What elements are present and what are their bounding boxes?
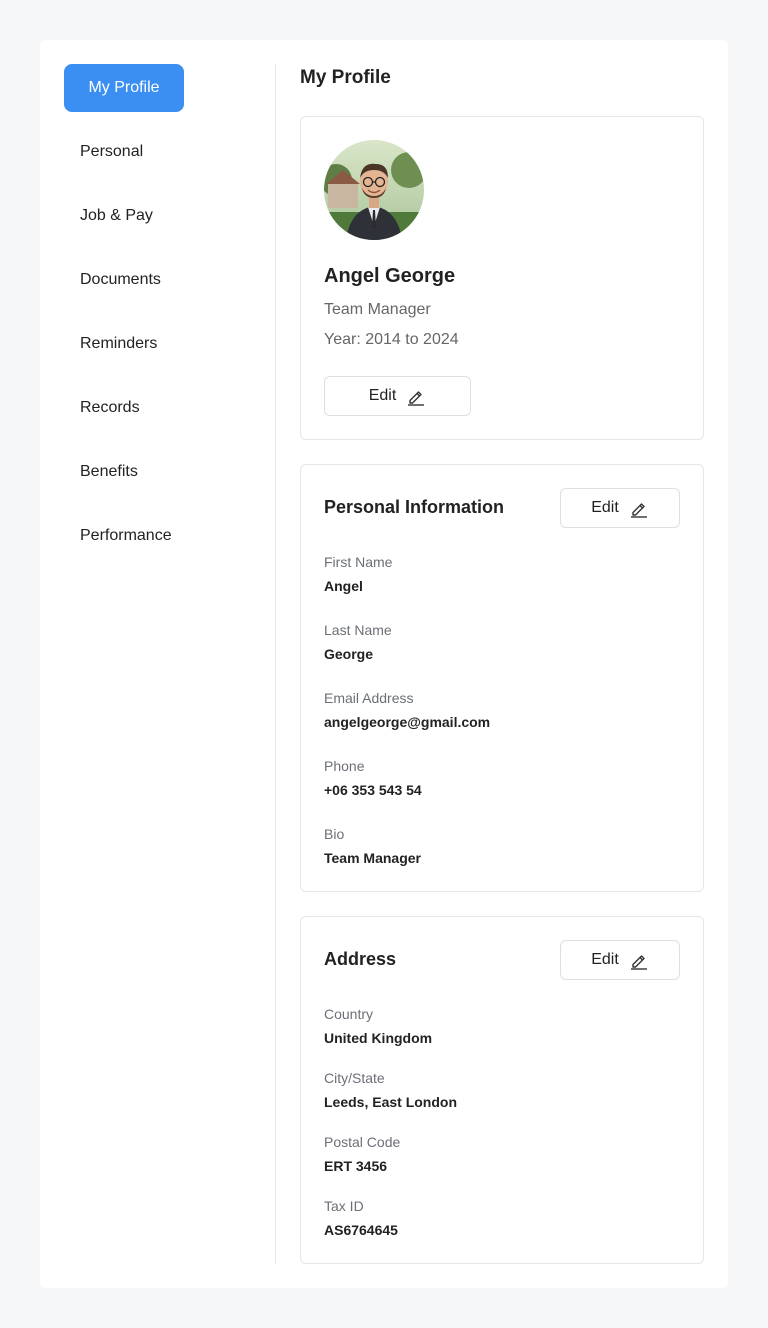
sidebar-item-reminders[interactable]: Reminders [64,320,234,368]
pencil-icon [630,503,647,518]
sidebar-item-benefits[interactable]: Benefits [64,448,234,496]
field-label: City/State [324,1070,385,1086]
field-label: Country [324,1006,374,1022]
field-postal-code: Postal Code ERT 3456 [324,1133,400,1175]
main-content: My Profile Angel George Team Manager Yea… [300,64,704,1264]
sidebar-item-job-pay[interactable]: Job & Pay [64,192,234,240]
sidebar-item-performance[interactable]: Performance [64,512,234,560]
field-city-state: City/State Leeds, East London [324,1069,457,1111]
profile-years: Year: 2014 to 2024 [324,331,459,348]
field-label: Postal Code [324,1134,401,1150]
personal-info-card: Personal Information Edit First Name Ang… [300,464,704,892]
sidebar-item-documents[interactable]: Documents [64,256,234,304]
edit-address-button[interactable]: Edit [560,940,680,980]
field-value: AS6764645 [324,1222,398,1238]
personal-info-heading: Personal Information [324,497,505,517]
sidebar-item-personal[interactable]: Personal [64,128,234,176]
profile-card: Angel George Team Manager Year: 2014 to … [300,116,704,440]
field-bio: Bio Team Manager [324,825,421,867]
field-label: Email Address [324,690,414,706]
field-email: Email Address angelgeorge@gmail.com [324,689,490,731]
edit-profile-button[interactable]: Edit [324,376,471,416]
profile-panel: My Profile Personal Job & Pay Documents … [40,40,728,1288]
address-card: Address Edit Country United Kingdom City… [300,916,704,1264]
field-value: George [324,646,374,662]
field-last-name: Last Name George [324,621,392,663]
field-phone: Phone +06 353 543 54 [324,757,422,799]
field-tax-id: Tax ID AS6764645 [324,1197,398,1239]
field-label: Tax ID [324,1198,364,1214]
pencil-icon [630,955,647,970]
avatar-photo-icon [324,140,424,240]
field-label: First Name [324,554,393,570]
edit-personal-button[interactable]: Edit [560,488,680,528]
edit-label: Edit [591,951,619,968]
field-label: Phone [324,758,365,774]
sidebar-item-my-profile[interactable]: My Profile [64,64,184,112]
field-label: Bio [324,826,345,842]
field-country: Country United Kingdom [324,1005,432,1047]
sidebar-divider [275,64,276,1264]
field-value: Angel [324,578,363,594]
field-first-name: First Name Angel [324,553,392,595]
field-value: Leeds, East London [324,1094,458,1110]
field-value: +06 353 543 54 [324,782,422,798]
avatar [324,140,424,240]
pencil-icon [408,391,425,406]
edit-label: Edit [368,387,397,404]
field-value: United Kingdom [324,1030,433,1046]
sidebar-nav: My Profile Personal Job & Pay Documents … [64,64,276,576]
page-title: My Profile [300,67,391,88]
profile-role: Team Manager [324,301,431,318]
field-value: Team Manager [324,850,421,866]
field-value: ERT 3456 [324,1158,388,1174]
field-value: angelgeorge@gmail.com [324,714,491,730]
edit-label: Edit [591,499,619,516]
profile-name: Angel George [324,265,456,287]
field-label: Last Name [324,622,392,638]
sidebar-item-records[interactable]: Records [64,384,234,432]
address-heading: Address [324,949,397,969]
